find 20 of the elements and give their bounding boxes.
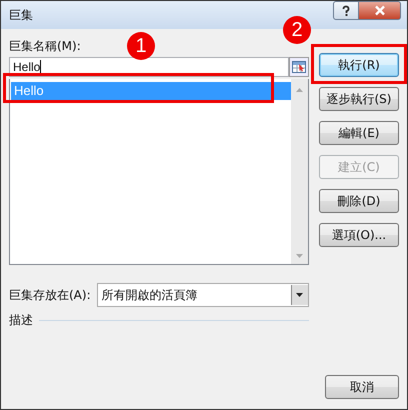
- close-icon: [374, 5, 386, 16]
- macro-name-label: 巨集名稱(M):: [9, 38, 81, 55]
- description-label: 描述: [9, 312, 33, 329]
- macros-in-dropdown[interactable]: 所有開啟的活頁簿: [96, 283, 309, 307]
- window-title: 巨集: [9, 6, 33, 24]
- macro-action-button[interactable]: 刪除(D): [319, 189, 399, 213]
- close-button[interactable]: [359, 1, 401, 20]
- macro-action-button[interactable]: 執行(R): [319, 53, 399, 77]
- callout-badge: 2: [283, 16, 311, 44]
- cancel-button[interactable]: 取消: [325, 375, 399, 399]
- macros-in-label: 巨集存放在(A):: [9, 287, 91, 304]
- macro-action-button[interactable]: 逐步執行(S): [319, 87, 399, 111]
- range-select-icon: [292, 61, 306, 73]
- collapse-dialog-button[interactable]: [289, 57, 309, 77]
- help-button[interactable]: [333, 1, 359, 20]
- callout-badge: 1: [127, 32, 155, 60]
- help-icon: [340, 4, 352, 16]
- macro-action-button[interactable]: 選項(O)...: [319, 223, 399, 247]
- dropdown-arrow-icon: [296, 293, 304, 297]
- macro-action-button[interactable]: 編輯(E): [319, 121, 399, 145]
